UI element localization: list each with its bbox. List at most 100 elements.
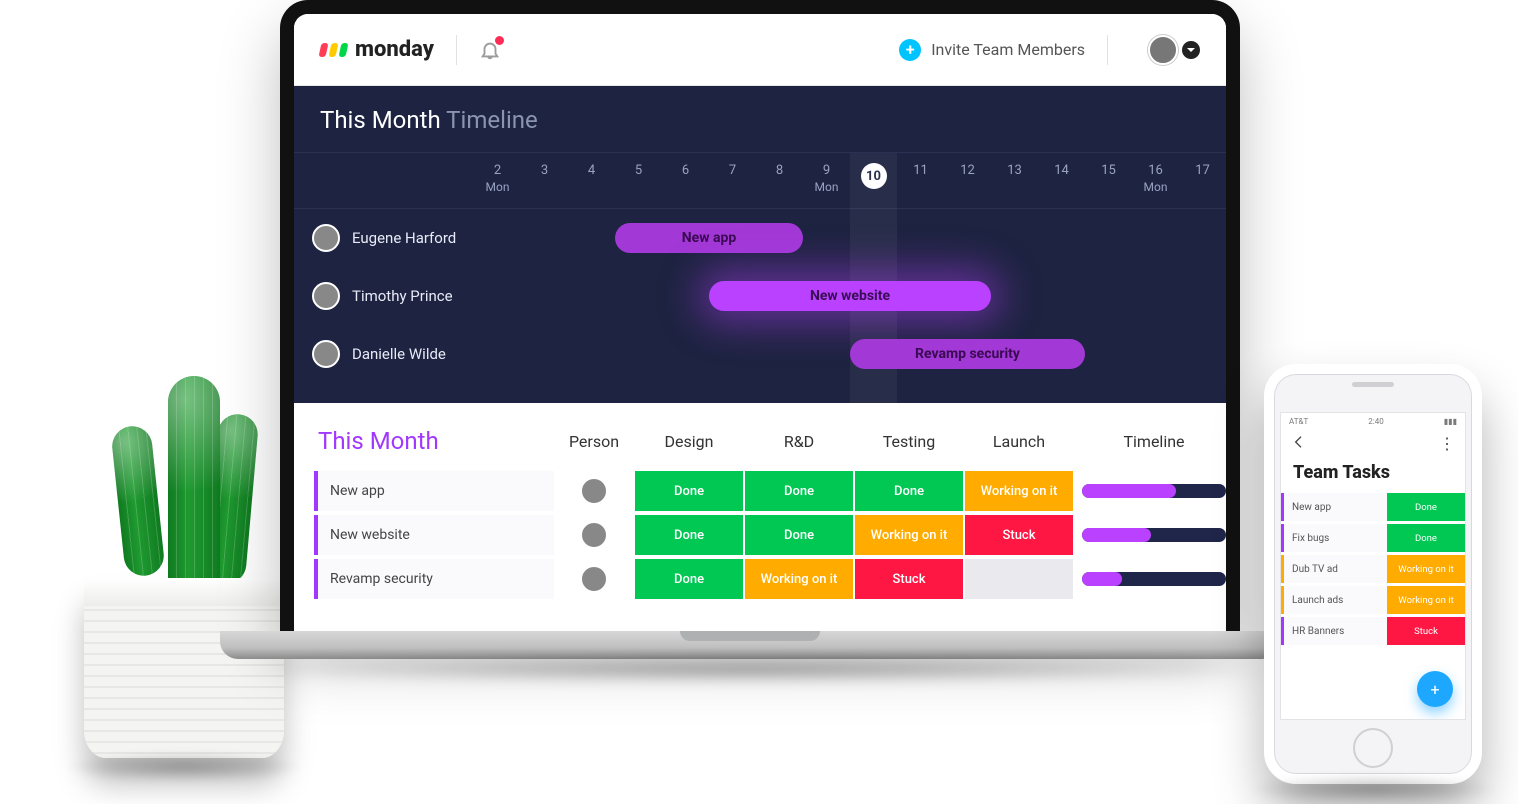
col-timeline[interactable]: Timeline [1074, 432, 1234, 451]
day-3[interactable]: 3 [521, 153, 568, 208]
invite-team-button[interactable]: + Invite Team Members [899, 39, 1085, 61]
day-2[interactable]: 2Mon [474, 153, 521, 208]
time-label: 2:40 [1368, 417, 1383, 426]
phone-task-row[interactable]: HR BannersStuck [1281, 617, 1465, 645]
person-cell[interactable] [554, 521, 634, 549]
phone-task-status[interactable]: Working on it [1387, 586, 1465, 614]
phone-task-name: HR Banners [1281, 617, 1387, 645]
day-8[interactable]: 8 [756, 153, 803, 208]
day-4[interactable]: 4 [568, 153, 615, 208]
title-main: This Month [320, 106, 441, 134]
brand-logo[interactable]: monday [320, 37, 434, 62]
day-10[interactable]: 10 [850, 153, 897, 208]
status-cell[interactable]: Working on it [965, 471, 1073, 511]
timeline-day-header: 2Mon3456789Mon10111213141516Mon17 [294, 153, 1226, 209]
timeline-panel: This Month Timeline 2Mon3456789Mon101112… [294, 86, 1226, 403]
mini-timeline[interactable] [1074, 528, 1234, 542]
table-panel: This Month Person Design R&D Testing Lau… [294, 403, 1226, 631]
col-rnd[interactable]: R&D [744, 432, 854, 451]
status-cell[interactable]: Done [635, 515, 743, 555]
app-header: monday + Invite Team Members [294, 14, 1226, 86]
mini-timeline[interactable] [1074, 572, 1234, 586]
cactus-decoration [64, 578, 304, 782]
day-17[interactable]: 17 [1179, 153, 1226, 208]
title-sub: Timeline [446, 106, 538, 134]
status-cell[interactable]: Stuck [965, 515, 1073, 555]
timeline-track: New website [474, 281, 1226, 311]
timeline-track: Revamp security [474, 339, 1226, 369]
person-cell[interactable] [554, 477, 634, 505]
table-row: Revamp security DoneWorking on itStuck [314, 559, 1206, 599]
phone-task-status[interactable]: Done [1387, 524, 1465, 552]
day-6[interactable]: 6 [662, 153, 709, 208]
user-menu[interactable] [1148, 35, 1200, 65]
logo-mark-icon [320, 43, 347, 57]
status-cell[interactable] [965, 559, 1073, 599]
timeline-person[interactable]: Timothy Prince [294, 282, 474, 310]
phone-status-bar: AT&T 2:40 ▮▮▮ [1281, 413, 1465, 428]
mini-timeline[interactable] [1074, 484, 1234, 498]
notifications-button[interactable] [479, 39, 501, 61]
status-cell[interactable]: Stuck [855, 559, 963, 599]
day-13[interactable]: 13 [991, 153, 1038, 208]
person-name: Danielle Wilde [352, 345, 446, 363]
timeline-bar[interactable]: Revamp security [850, 339, 1085, 369]
phone-task-status[interactable]: Stuck [1387, 617, 1465, 645]
timeline-bar[interactable]: New website [709, 281, 991, 311]
timeline-bar[interactable]: New app [615, 223, 803, 253]
phone-screen: AT&T 2:40 ▮▮▮ ⋮ Team Tasks New appDoneFi… [1280, 412, 1466, 720]
timeline-title: This Month Timeline [294, 86, 1226, 152]
table-row: New appDoneDoneDoneWorking on it [314, 471, 1206, 511]
status-cell[interactable]: Working on it [745, 559, 853, 599]
day-16[interactable]: 16Mon [1132, 153, 1179, 208]
avatar-icon [580, 521, 608, 549]
avatar-icon [312, 224, 340, 252]
day-5[interactable]: 5 [615, 153, 662, 208]
plus-circle-icon: + [899, 39, 921, 61]
phone-task-row[interactable]: Launch adsWorking on it [1281, 586, 1465, 614]
day-7[interactable]: 7 [709, 153, 756, 208]
task-name[interactable]: New website [314, 515, 554, 555]
col-testing[interactable]: Testing [854, 432, 964, 451]
timeline-track: New app [474, 223, 1226, 253]
status-cell[interactable]: Done [745, 471, 853, 511]
phone-mockup: AT&T 2:40 ▮▮▮ ⋮ Team Tasks New appDoneFi… [1264, 364, 1482, 784]
timeline-person[interactable]: Danielle Wilde [294, 340, 474, 368]
phone-task-row[interactable]: Fix bugsDone [1281, 524, 1465, 552]
phone-task-name: New app [1281, 493, 1387, 521]
day-9[interactable]: 9Mon [803, 153, 850, 208]
col-person[interactable]: Person [554, 432, 634, 451]
status-cell[interactable]: Working on it [855, 515, 963, 555]
phone-page-title: Team Tasks [1281, 456, 1465, 493]
phone-task-status[interactable]: Done [1387, 493, 1465, 521]
day-12[interactable]: 12 [944, 153, 991, 208]
carrier-label: AT&T [1289, 417, 1308, 426]
day-14[interactable]: 14 [1038, 153, 1085, 208]
phone-task-row[interactable]: Dub TV adWorking on it [1281, 555, 1465, 583]
status-cell[interactable]: Done [635, 559, 743, 599]
notification-dot-icon [495, 36, 504, 45]
phone-task-status[interactable]: Working on it [1387, 555, 1465, 583]
col-launch[interactable]: Launch [964, 432, 1074, 451]
avatar-icon [1148, 35, 1178, 65]
phone-task-name: Fix bugs [1281, 524, 1387, 552]
table-header: This Month Person Design R&D Testing Lau… [314, 423, 1206, 471]
status-cell[interactable]: Done [745, 515, 853, 555]
status-cell[interactable]: Done [635, 471, 743, 511]
back-button[interactable] [1291, 434, 1307, 454]
col-design[interactable]: Design [634, 432, 744, 451]
avatar-icon [580, 477, 608, 505]
add-task-fab[interactable]: + [1417, 671, 1453, 707]
task-name[interactable]: New app [314, 471, 554, 511]
phone-task-row[interactable]: New appDone [1281, 493, 1465, 521]
home-button[interactable] [1353, 728, 1393, 768]
status-cell[interactable]: Done [855, 471, 963, 511]
phone-task-name: Launch ads [1281, 586, 1387, 614]
person-cell[interactable] [554, 565, 634, 593]
task-name[interactable]: Revamp security [314, 559, 554, 599]
day-11[interactable]: 11 [897, 153, 944, 208]
person-name: Timothy Prince [352, 287, 453, 305]
day-15[interactable]: 15 [1085, 153, 1132, 208]
timeline-person[interactable]: Eugene Harford [294, 224, 474, 252]
more-menu-button[interactable]: ⋮ [1439, 441, 1455, 447]
